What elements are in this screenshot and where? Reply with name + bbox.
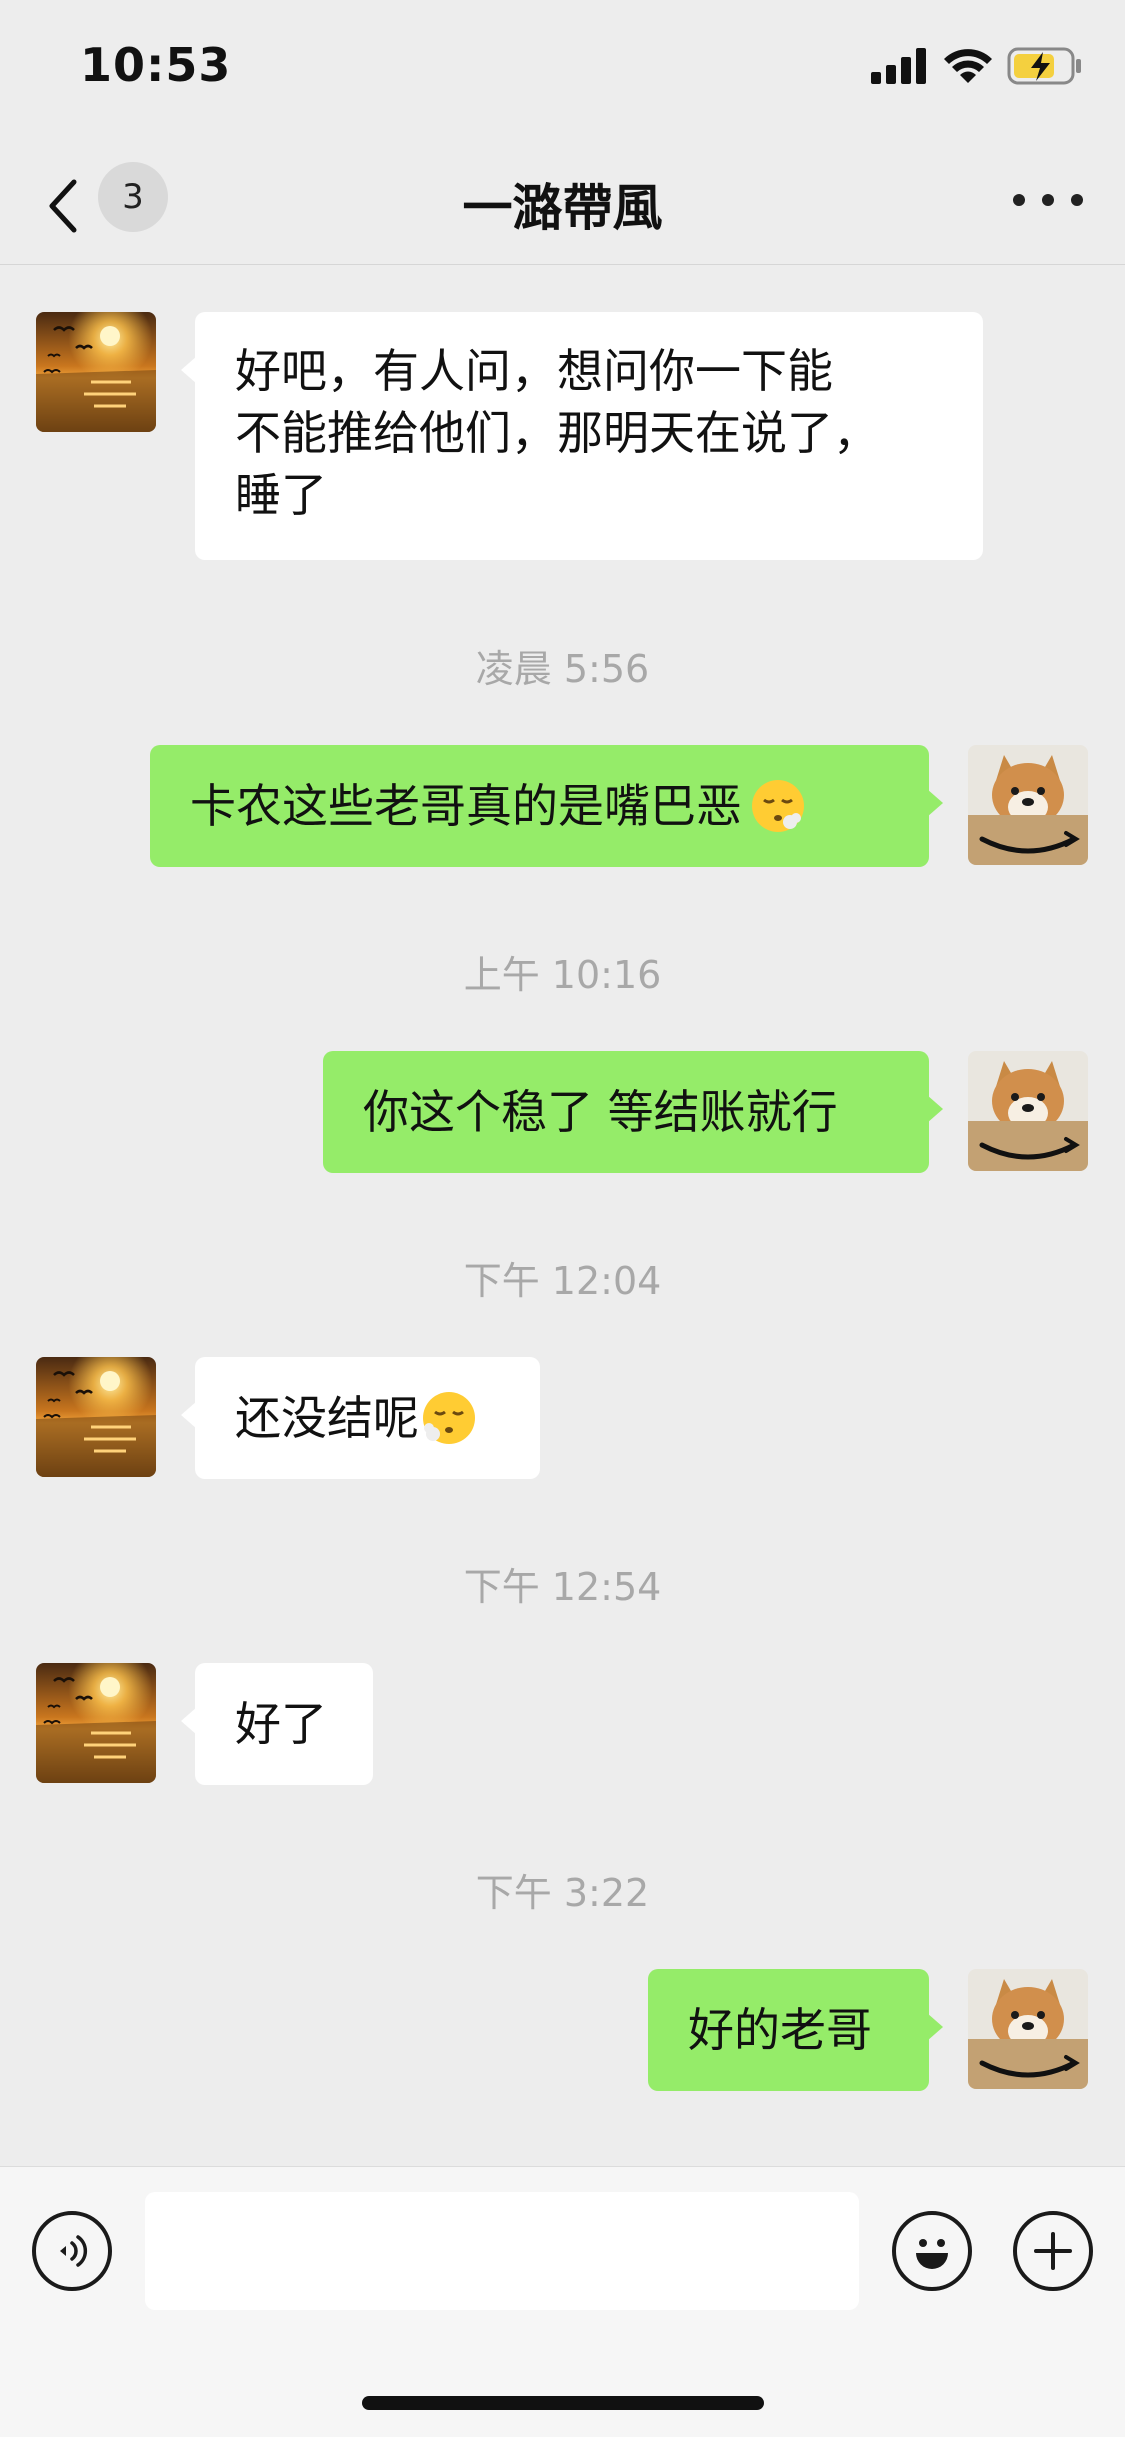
- message-text: 好了: [235, 1697, 327, 1751]
- contact-avatar[interactable]: [36, 1663, 156, 1783]
- cellular-signal-icon: [871, 48, 926, 84]
- message-bubble-incoming[interactable]: 好吧，有人问，想问你一下能 不能推给他们，那明天在说了， 睡了: [181, 312, 983, 560]
- message-text: 你这个稳了 等结账就行: [363, 1085, 838, 1139]
- my-avatar[interactable]: [968, 745, 1088, 865]
- message-text: 好吧，有人问，想问你一下能 不能推给他们，那明天在说了， 睡了: [235, 344, 879, 522]
- emoji-button[interactable]: [892, 2211, 972, 2291]
- more-functions-button[interactable]: [1013, 2211, 1093, 2291]
- message-timestamp: 上午 10:16: [463, 953, 662, 997]
- wifi-icon: [944, 49, 992, 83]
- message-list[interactable]: 好吧，有人问，想问你一下能 不能推给他们，那明天在说了， 睡了 凌晨 5:56 …: [0, 265, 1125, 2165]
- more-dot-icon: [1042, 194, 1054, 206]
- message-text: 好的老哥: [688, 2003, 872, 2057]
- battery-charging-icon: [1007, 47, 1081, 85]
- message-bubble-outgoing[interactable]: 你这个稳了 等结账就行: [323, 1051, 943, 1173]
- smiley-icon: [916, 2239, 948, 2269]
- message-bubble-incoming[interactable]: 还没结呢: [181, 1357, 540, 1479]
- my-avatar[interactable]: [968, 1051, 1088, 1171]
- message-timestamp: 下午 3:22: [475, 1871, 650, 1915]
- message-timestamp: 下午 12:54: [463, 1565, 662, 1609]
- message-timestamp: 下午 12:04: [463, 1259, 662, 1303]
- voice-icon: [60, 2235, 88, 2267]
- chat-header: 3 一潞帶風: [0, 140, 1125, 265]
- my-avatar[interactable]: [968, 1969, 1088, 2089]
- contact-avatar[interactable]: [36, 1357, 156, 1477]
- plus-icon: [1034, 2232, 1072, 2270]
- contact-avatar[interactable]: [36, 312, 156, 432]
- message-bubble-outgoing[interactable]: 卡农这些老哥真的是嘴巴恶: [150, 745, 943, 867]
- message-bubble-outgoing[interactable]: 好的老哥: [648, 1969, 943, 2091]
- more-dot-icon: [1071, 194, 1083, 206]
- message-text: 还没结呢: [235, 1391, 419, 1445]
- chat-title: 一潞帶風: [462, 179, 663, 237]
- status-bar: 10:53: [0, 0, 1125, 140]
- voice-input-button[interactable]: [32, 2211, 112, 2291]
- home-indicator[interactable]: [362, 2396, 764, 2410]
- message-text: 卡农这些老哥真的是嘴巴恶: [190, 779, 742, 833]
- more-dot-icon: [1013, 194, 1025, 206]
- face-exhaling-icon: [752, 780, 804, 832]
- message-timestamp: 凌晨 5:56: [475, 647, 650, 691]
- face-exhaling-icon: [423, 1392, 475, 1444]
- message-input[interactable]: [145, 2192, 859, 2310]
- more-options-button[interactable]: [1013, 180, 1083, 220]
- status-icons: [871, 46, 1083, 86]
- message-bubble-incoming[interactable]: 好了: [181, 1663, 373, 1785]
- status-time: 10:53: [80, 38, 232, 92]
